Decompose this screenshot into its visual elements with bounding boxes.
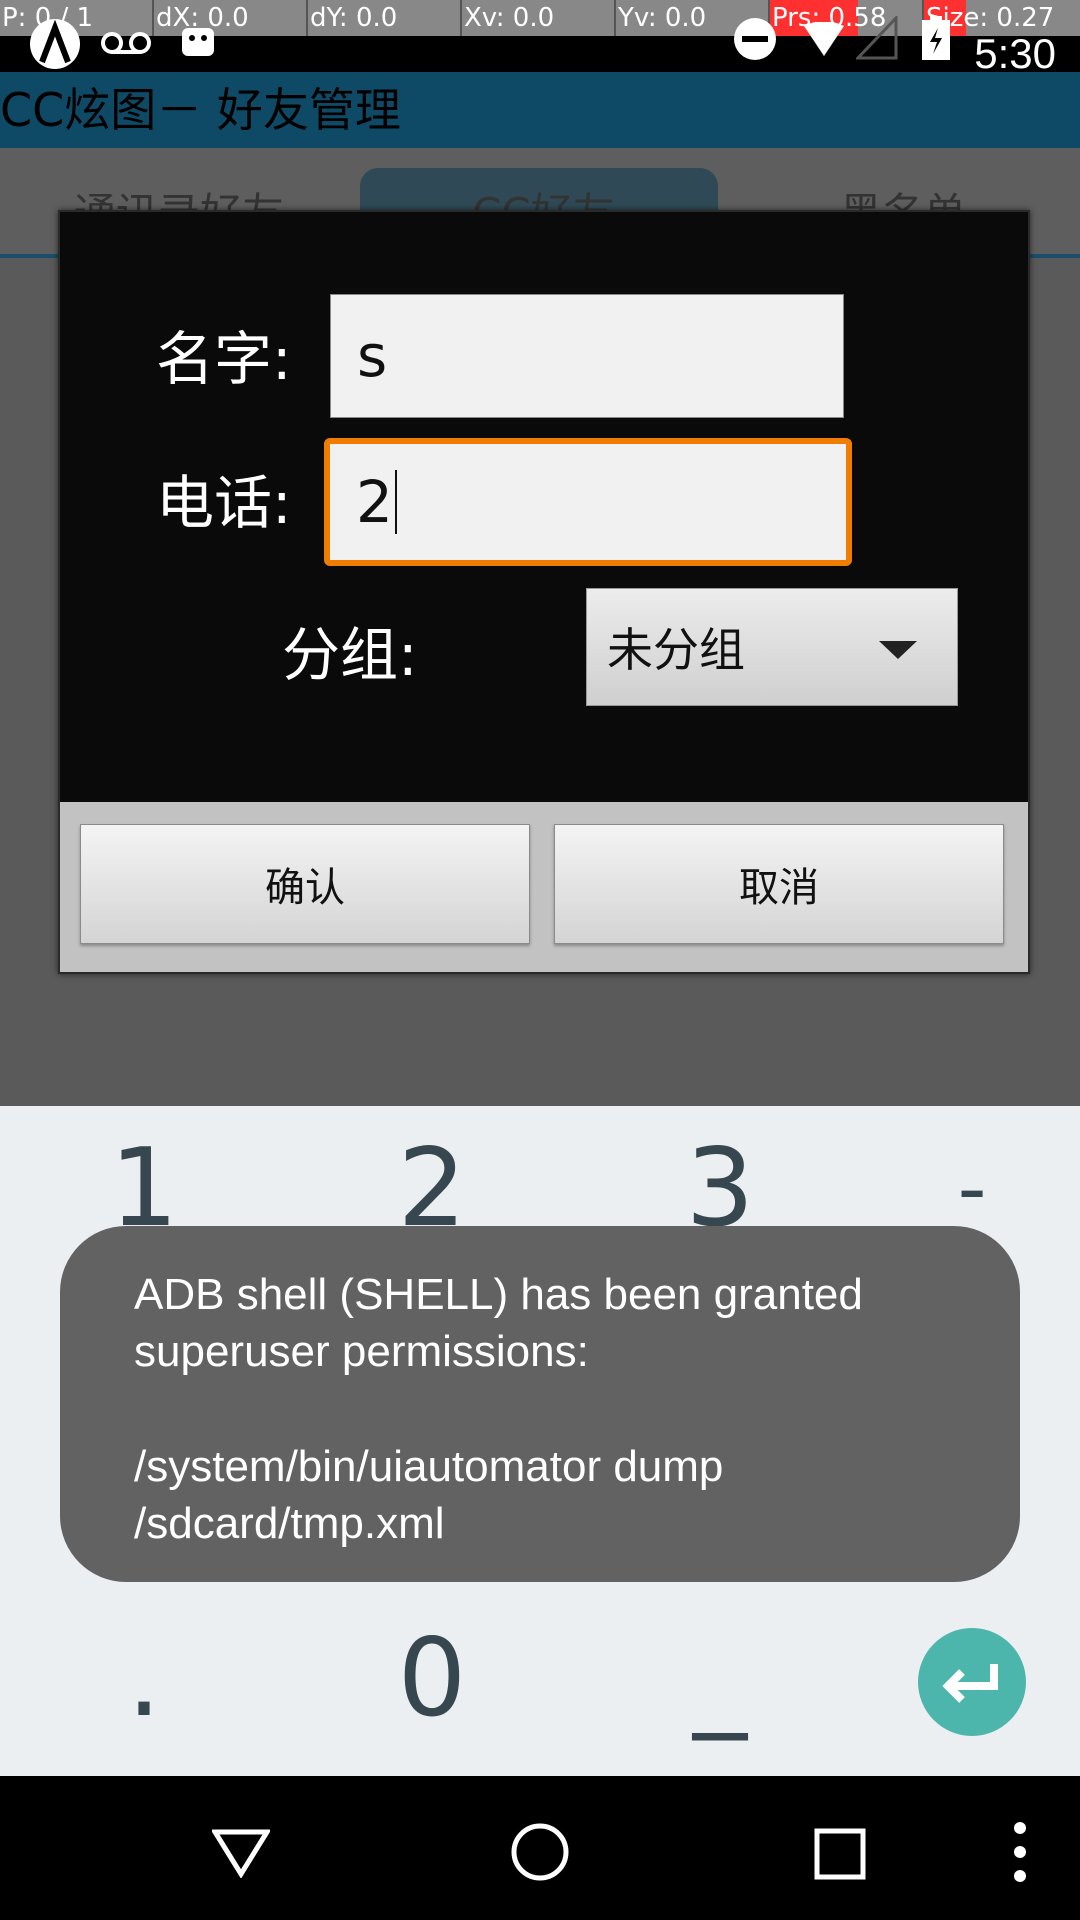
debug-dx: dX: 0.0 — [152, 0, 308, 36]
pointer-location-overlay: P: 0 / 1 dX: 0.0 dY: 0.0 Xv: 0.0 Yv: 0.0… — [0, 0, 1080, 36]
name-label: 名字: — [156, 325, 292, 393]
key-period[interactable]: . — [44, 1616, 244, 1741]
key-minus[interactable]: - — [872, 1142, 1072, 1235]
android-debug-icon — [30, 19, 80, 69]
name-input[interactable]: s — [330, 294, 844, 418]
do-not-disturb-icon — [734, 18, 776, 60]
key-0[interactable]: 0 — [332, 1616, 532, 1741]
app-title: CC炫图－ 好友管理 — [0, 83, 401, 137]
home-icon[interactable] — [510, 1822, 570, 1882]
phone-input-value: 2 — [356, 468, 393, 536]
enter-arrow-icon — [942, 1664, 998, 1703]
app-bar: CC炫图－ 好友管理 — [0, 72, 1080, 148]
cancel-button-label: 取消 — [739, 865, 819, 911]
name-input-value: s — [357, 322, 388, 390]
group-label: 分组: — [282, 621, 418, 689]
navigation-bar — [0, 1776, 1080, 1920]
debug-dy: dY: 0.0 — [306, 0, 462, 36]
back-icon[interactable] — [212, 1828, 270, 1878]
cell-signal-icon — [856, 16, 898, 60]
phone-label: 电话: — [156, 469, 292, 537]
android-icon — [182, 28, 214, 56]
clock: 5:30 — [974, 30, 1056, 77]
wifi-icon — [804, 22, 844, 56]
toast-message-line2: /system/bin/uiautomator dump /sdcard/tmp… — [134, 1442, 724, 1548]
voicemail-icon — [101, 32, 151, 54]
battery-icon — [922, 16, 950, 60]
cancel-button[interactable]: 取消 — [554, 824, 1004, 944]
debug-prs: Prs: 0.58 — [772, 3, 887, 33]
debug-xv: Xv: 0.0 — [460, 0, 616, 36]
superuser-toast: ADB shell (SHELL) has been granted super… — [60, 1226, 1020, 1582]
recents-icon[interactable] — [814, 1828, 866, 1880]
confirm-button-label: 确认 — [265, 865, 345, 911]
group-dropdown[interactable]: 未分组 — [586, 588, 958, 706]
dialog-button-bar: 确认 取消 — [60, 802, 1028, 972]
toast-message-line1: ADB shell (SHELL) has been granted super… — [134, 1270, 863, 1376]
enter-key[interactable] — [918, 1628, 1026, 1736]
key-underscore[interactable]: _ — [620, 1616, 820, 1741]
group-dropdown-value: 未分组 — [607, 623, 745, 677]
confirm-button[interactable]: 确认 — [80, 824, 530, 944]
more-options-icon[interactable] — [1010, 1820, 1030, 1884]
edit-friend-dialog: 名字: s 电话: 2 分组: 未分组 确认 取消 — [58, 210, 1030, 974]
dropdown-arrow-icon — [879, 641, 917, 659]
text-cursor — [394, 470, 397, 534]
phone-input[interactable]: 2 — [324, 438, 852, 566]
status-bar: 5:30 — [0, 16, 1080, 77]
